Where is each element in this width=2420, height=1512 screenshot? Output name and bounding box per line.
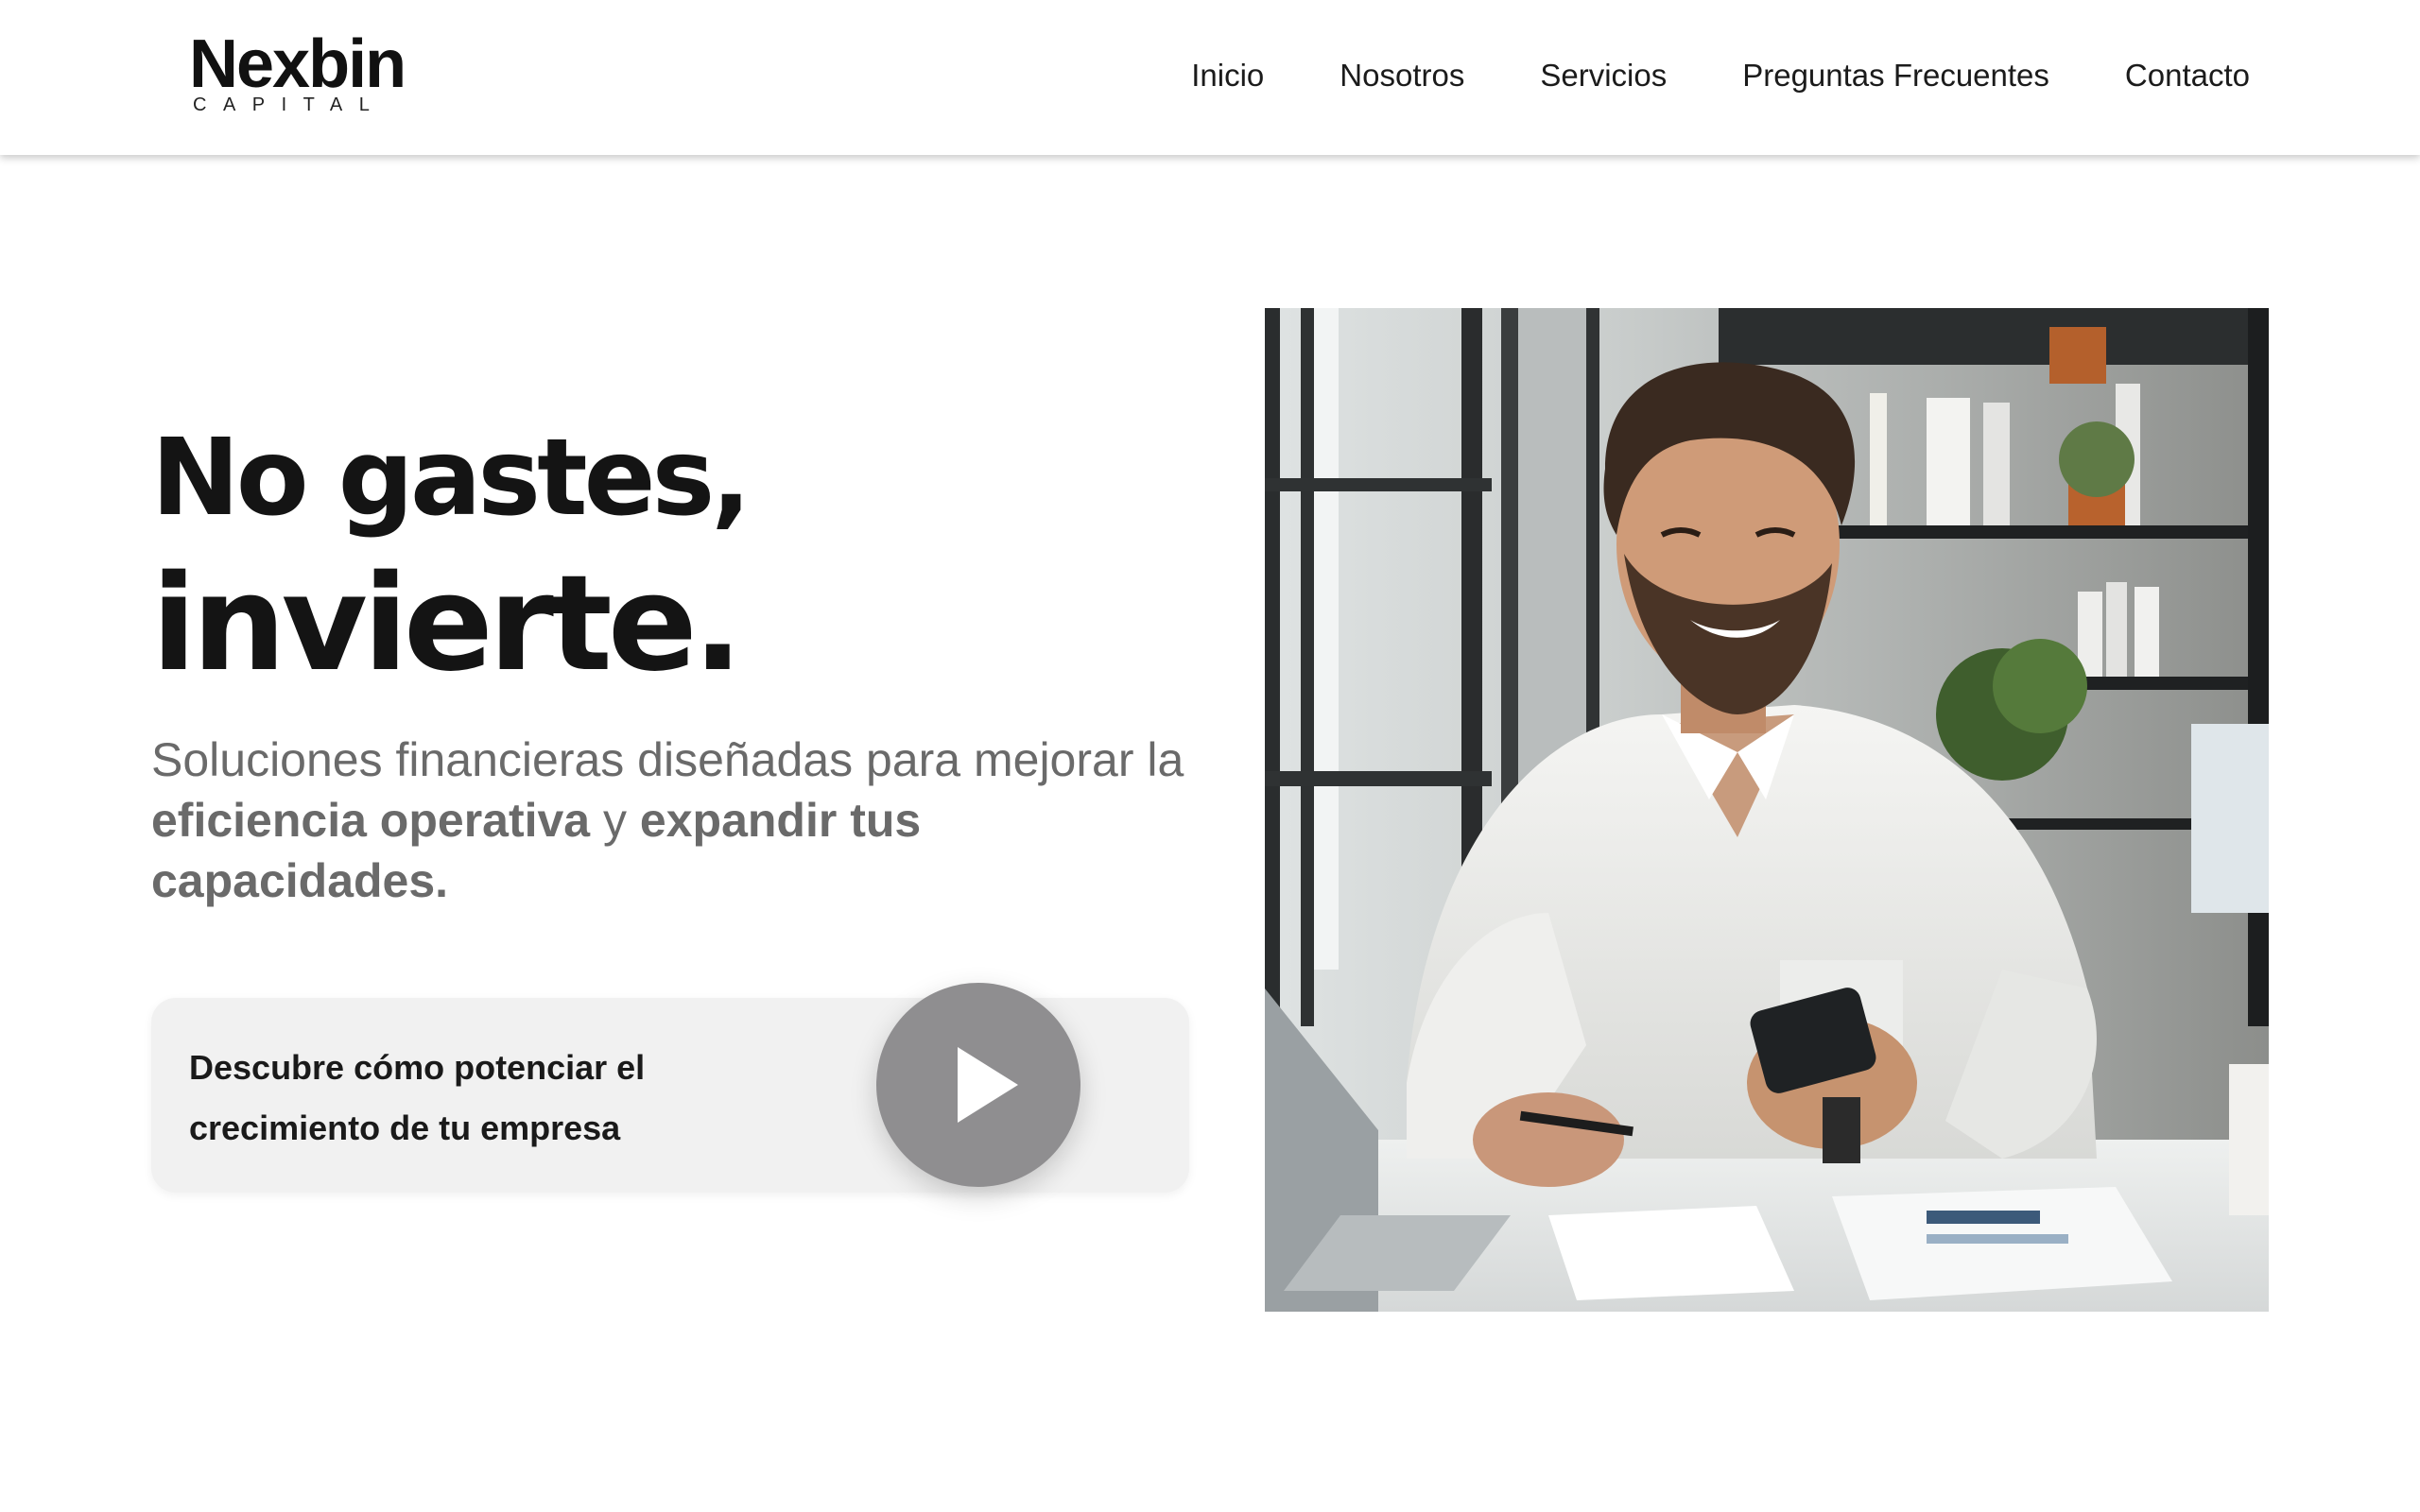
hero-text: No gastes, invierte. Soluciones financie… <box>151 412 1201 911</box>
main-nav: Inicio Nosotros Servicios Preguntas Frec… <box>1191 53 2250 98</box>
play-icon <box>958 1047 1018 1123</box>
hero-image <box>1265 308 2269 1312</box>
site-header: Nexbin CAPITAL Inicio Nosotros Servicios… <box>0 0 2420 155</box>
brand-name: Nexbin <box>189 26 406 102</box>
nav-item-servicios[interactable]: Servicios <box>1540 53 1667 98</box>
hero-subheading: Soluciones financieras diseñadas para me… <box>151 730 1201 911</box>
nav-item-contacto[interactable]: Contacto <box>2125 53 2250 98</box>
nav-item-nosotros[interactable]: Nosotros <box>1340 53 1464 98</box>
headline-line-2: invierte. <box>151 547 743 701</box>
subhead-bold-1: eficiencia operativa <box>151 794 591 847</box>
photo-man-with-phone <box>1265 308 2269 1312</box>
nav-item-preguntas-frecuentes[interactable]: Preguntas Frecuentes <box>1742 53 2049 98</box>
subhead-text-1: Soluciones financieras diseñadas para me… <box>151 733 1184 786</box>
nav-item-inicio[interactable]: Inicio <box>1191 53 1264 98</box>
subhead-text-2: y <box>590 794 640 847</box>
brand-logo[interactable]: Nexbin CAPITAL <box>189 30 406 117</box>
headline-line-1: No gastes, <box>151 417 752 540</box>
play-button[interactable] <box>876 983 1080 1187</box>
brand-tagline: CAPITAL <box>193 94 387 115</box>
cta-text: Descubre cómo potenciar el crecimiento d… <box>189 1048 646 1147</box>
